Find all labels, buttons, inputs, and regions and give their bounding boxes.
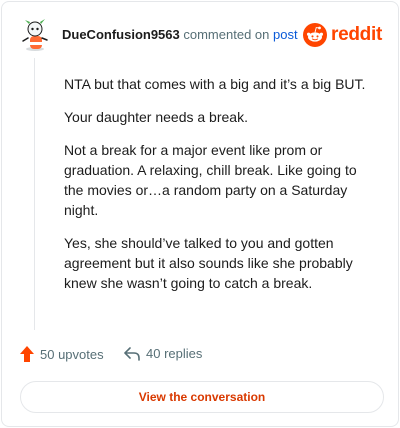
username[interactable]: DueConfusion9563 — [62, 27, 180, 42]
comment-body: NTA but that comes with a big and it’s a… — [64, 74, 376, 306]
comment-paragraph: Yes, she should’ve talked to you and got… — [64, 235, 353, 291]
reddit-logo[interactable]: reddit — [303, 22, 382, 48]
comment-paragraph: Your daughter needs a break. — [64, 109, 248, 125]
thread-line — [34, 58, 35, 330]
upvote-arrow-icon — [20, 346, 34, 362]
comment-footer: 50 upvotes 40 replies — [20, 346, 382, 366]
comment-header: DueConfusion9563 commented on post reddi… — [20, 18, 382, 52]
upvotes-stat[interactable]: 50 upvotes — [20, 346, 104, 362]
reddit-logo-icon — [303, 23, 328, 47]
replies-count: 40 replies — [146, 346, 203, 361]
comment-paragraph: NTA but that comes with a big and it’s a… — [64, 76, 366, 92]
snoo-avatar-icon — [22, 19, 48, 51]
reddit-comment-card: DueConfusion9563 commented on post reddi… — [1, 1, 399, 427]
avatar[interactable] — [20, 18, 50, 52]
reply-arrow-icon — [124, 346, 140, 361]
action-text: commented on — [183, 27, 270, 42]
post-link[interactable]: post — [273, 27, 298, 42]
upvotes-count: 50 upvotes — [40, 346, 104, 362]
comment-paragraph: Not a break for a major event like prom … — [64, 142, 357, 218]
view-conversation-button[interactable]: View the conversation — [20, 381, 384, 413]
comment-meta: DueConfusion9563 commented on post — [62, 27, 298, 43]
reddit-wordmark: reddit — [331, 24, 382, 45]
replies-stat[interactable]: 40 replies — [124, 346, 202, 361]
